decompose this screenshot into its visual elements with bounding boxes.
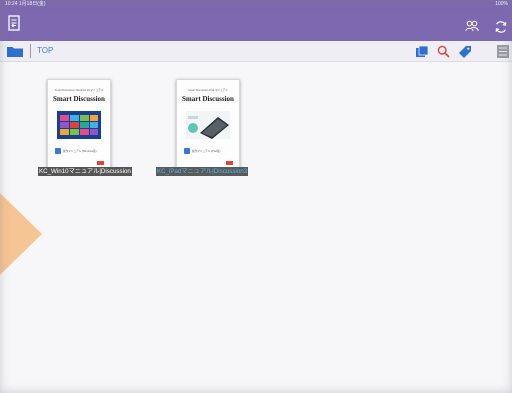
cover-subtitle: Smart Discussion Windows 10 マニュアル xyxy=(54,89,104,92)
book-cover[interactable]: Smart Discussion iPad マニュアル Smart Discus… xyxy=(176,79,240,169)
status-bar: 10:24 1月18日(金) 100% xyxy=(0,0,512,9)
top-bar xyxy=(0,9,512,41)
search-icon[interactable] xyxy=(437,45,450,58)
cover-title: Smart Discussion xyxy=(182,95,234,103)
pointer-arrow-icon xyxy=(0,193,42,275)
ipad-image xyxy=(186,111,230,139)
cover-title: Smart Discussion xyxy=(53,95,105,103)
cover-caption: 操作マニュアル (Windows版) xyxy=(63,150,97,153)
windows-tiles-image xyxy=(57,111,101,139)
cover-caption: 操作マニュアル (iPad版) xyxy=(192,150,221,153)
folder-view-icon[interactable] xyxy=(416,46,428,57)
battery-status: 100% xyxy=(495,1,508,7)
users-icon[interactable] xyxy=(465,20,479,32)
list-icon[interactable] xyxy=(497,45,509,58)
book-cover[interactable]: Smart Discussion Windows 10 マニュアル Smart … xyxy=(47,79,111,169)
nav-divider xyxy=(30,44,31,58)
breadcrumb-top[interactable]: TOP xyxy=(37,45,53,57)
app-logo xyxy=(184,148,190,154)
exit-icon[interactable] xyxy=(8,15,20,31)
pdf-badge xyxy=(226,161,233,165)
book-label[interactable]: KC_Win10マニュアル|Discussion xyxy=(38,167,132,176)
sync-icon[interactable] xyxy=(494,20,508,34)
app-window: 10:24 1月18日(金) 100% TOP Smart Discussion… xyxy=(0,0,512,393)
folder-icon[interactable] xyxy=(7,46,23,57)
book-label-selected[interactable]: KC_iPadマニュアル|Discussion3 xyxy=(156,167,249,176)
nav-bar: TOP xyxy=(0,41,512,62)
app-logo xyxy=(55,148,61,154)
tag-icon[interactable] xyxy=(458,45,472,58)
status-time: 10:24 1月18日(金) xyxy=(5,1,46,7)
pdf-badge xyxy=(97,161,104,165)
cover-subtitle: Smart Discussion iPad マニュアル xyxy=(188,89,228,92)
bookshelf: Smart Discussion Windows 10 マニュアル Smart … xyxy=(0,62,512,393)
